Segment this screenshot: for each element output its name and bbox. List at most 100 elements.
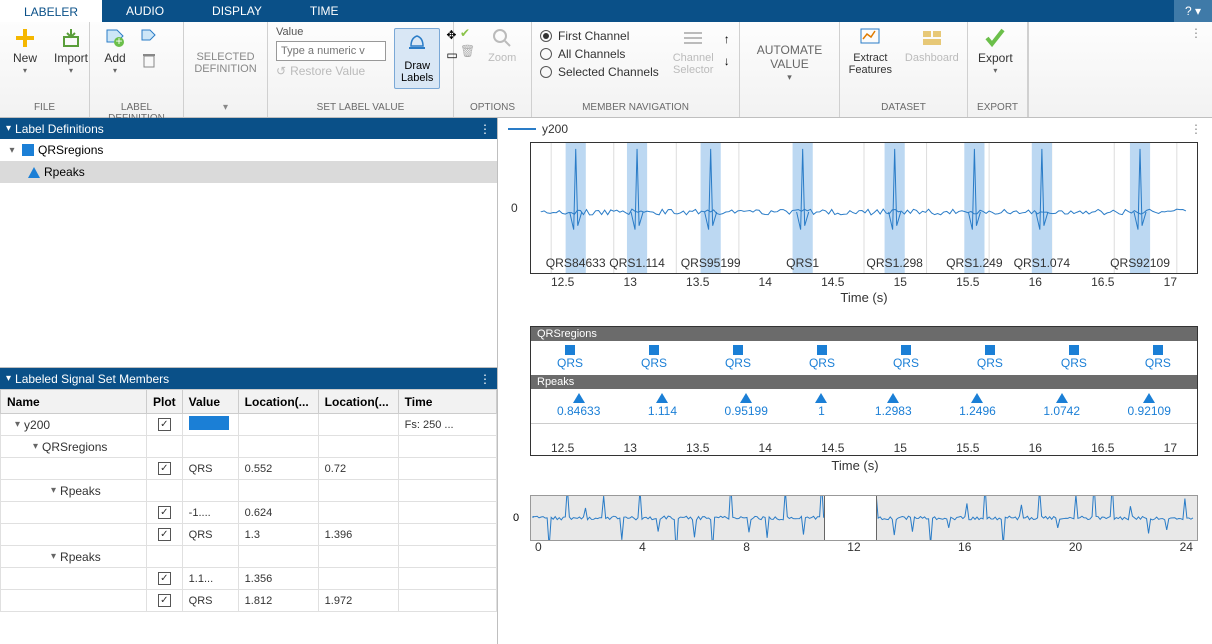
svg-text:QRS1: QRS1 — [786, 256, 819, 270]
col-plot[interactable]: Plot — [147, 390, 183, 414]
legend-label: y200 — [542, 122, 568, 136]
radio-all-channels[interactable]: All Channels — [536, 46, 663, 62]
table-row[interactable]: ✓-1....0.624 — [1, 502, 497, 524]
checkbox[interactable]: ✓ — [158, 572, 171, 585]
svg-text:QRS1.249: QRS1.249 — [946, 256, 1003, 270]
table-row[interactable]: ▾Rpeaks — [1, 546, 497, 568]
col-value[interactable]: Value — [182, 390, 238, 414]
rpeak-marker[interactable]: 1.0742 — [1043, 393, 1080, 418]
label-definitions-header[interactable]: ▾ Label Definitions ⋮ — [0, 118, 497, 139]
help-icon: ? — [1185, 4, 1192, 18]
tab-time[interactable]: TIME — [286, 0, 363, 22]
ribbon-group-memnav: MEMBER NAVIGATION — [536, 101, 735, 117]
overview-chart[interactable]: 0 04812162024 — [530, 495, 1198, 541]
radio-selected-channels[interactable]: Selected Channels — [536, 64, 663, 80]
draw-labels-button[interactable]: Draw Labels — [394, 28, 440, 89]
restore-value-button[interactable]: ↺ Restore Value — [276, 64, 386, 78]
ribbon-group-options: OPTIONS — [458, 101, 527, 117]
tree-item-rpeaks[interactable]: Rpeaks — [0, 161, 497, 183]
x-axis-label: Time (s) — [531, 290, 1197, 305]
panel-x-axis-label: Time (s) — [498, 458, 1212, 473]
labels-panel[interactable]: QRSregions QRSQRSQRSQRSQRSQRSQRSQRS Rpea… — [530, 326, 1198, 456]
table-row[interactable]: ▾y200✓Fs: 250 ... — [1, 414, 497, 436]
tree-item-qrsregions[interactable]: ▾ QRSregions — [0, 139, 497, 161]
ribbon-group-file: FILE — [4, 101, 85, 117]
ribbon-group-labeldef: LABEL DEFINITION — [94, 101, 179, 117]
svg-text:QRS1.298: QRS1.298 — [866, 256, 923, 270]
arrow-down-icon[interactable]: ↓ — [724, 54, 730, 68]
rpeak-marker[interactable]: 1.114 — [648, 393, 677, 418]
qrs-marker[interactable]: QRS — [893, 345, 919, 370]
channels-icon — [681, 26, 705, 50]
triangle-icon — [28, 167, 40, 178]
overview-window[interactable] — [824, 496, 877, 540]
check-icon[interactable]: ✔ — [460, 26, 475, 40]
export-button[interactable]: Export▾ — [972, 24, 1019, 79]
dashboard-button[interactable]: Dashboard — [901, 24, 963, 66]
table-row[interactable]: ✓QRS1.31.396 — [1, 524, 497, 546]
rpeak-marker[interactable]: 1 — [815, 393, 827, 418]
new-button[interactable]: New▾ — [4, 24, 46, 79]
svg-text:QRS1.114: QRS1.114 — [609, 256, 665, 270]
delete-icon[interactable]: 🗑 — [460, 44, 475, 58]
qrs-marker[interactable]: QRS — [977, 345, 1003, 370]
table-row[interactable]: ▾Rpeaks — [1, 480, 497, 502]
y-tick-0: 0 — [511, 201, 518, 215]
col-locmin[interactable]: Location(... — [238, 390, 318, 414]
checkbox[interactable]: ✓ — [158, 506, 171, 519]
value-label: Value — [276, 26, 386, 38]
channel-selector-button[interactable]: Channel Selector — [667, 24, 720, 78]
signal-set-members-header[interactable]: ▾ Labeled Signal Set Members ⋮ — [0, 368, 497, 389]
extract-features-button[interactable]: Extract Features — [844, 24, 897, 78]
zoom-button[interactable]: Zoom — [481, 24, 523, 66]
display-menu-icon[interactable]: ⋮ — [1190, 122, 1202, 136]
qrs-marker[interactable]: QRS — [809, 345, 835, 370]
rpeak-marker[interactable]: 0.92109 — [1128, 393, 1171, 418]
table-row[interactable]: ✓QRS0.5520.72 — [1, 458, 497, 480]
signal-display: ⋮ y200 0 QRS84633QRS1.114QRS95199QRS1QRS… — [498, 118, 1212, 644]
tab-labeler[interactable]: LABELER — [0, 0, 102, 22]
value-input[interactable] — [276, 41, 386, 61]
col-locmax[interactable]: Location(... — [318, 390, 398, 414]
tab-audio[interactable]: AUDIO — [102, 0, 188, 22]
checkbox[interactable]: ✓ — [158, 418, 171, 431]
automate-value-button[interactable]: AUTOMATE VALUE▾ — [744, 43, 835, 83]
checkbox[interactable]: ✓ — [158, 528, 171, 541]
table-row[interactable]: ✓QRS1.8121.972 — [1, 590, 497, 612]
col-time[interactable]: Time — [398, 390, 496, 414]
signal-chart[interactable]: 0 QRS84633QRS1.114QRS95199QRS1QRS1.298QR… — [530, 142, 1198, 274]
rpeak-marker[interactable]: 0.95199 — [725, 393, 768, 418]
import-button[interactable]: Import▾ — [50, 24, 92, 79]
radio-first-channel[interactable]: First Channel — [536, 28, 663, 44]
label-definitions-panel: ▾ Label Definitions ⋮ ▾ QRSregions Rpeak… — [0, 118, 497, 368]
ribbon-group-dataset: DATASET — [844, 101, 963, 117]
col-name[interactable]: Name — [1, 390, 147, 414]
qrs-marker[interactable]: QRS — [1061, 345, 1087, 370]
ribbon-group-export: EXPORT — [972, 101, 1023, 117]
rpeak-marker[interactable]: 1.2983 — [875, 393, 912, 418]
rpeak-marker[interactable]: 1.2496 — [959, 393, 996, 418]
qrs-marker[interactable]: QRS — [1145, 345, 1171, 370]
more-icon[interactable]: ⋮ — [479, 372, 491, 386]
rpeak-marker[interactable]: 0.84633 — [557, 393, 600, 418]
arrow-up-icon[interactable]: ↑ — [724, 32, 730, 46]
trash-icon[interactable] — [140, 51, 158, 72]
qrs-marker[interactable]: QRS — [725, 345, 751, 370]
qrs-marker[interactable]: QRS — [641, 345, 667, 370]
help-button[interactable]: ? ▾ — [1174, 0, 1212, 22]
chevron-down-icon: ▾ — [6, 373, 11, 384]
checkbox[interactable]: ✓ — [158, 462, 171, 475]
rpeaks-header: Rpeaks — [531, 375, 1197, 389]
add-button[interactable]: + Add▾ — [94, 24, 136, 79]
table-row[interactable]: ✓1.1...1.356 — [1, 568, 497, 590]
tab-display[interactable]: DISPLAY — [188, 0, 286, 22]
ribbon-overflow[interactable]: ⋮ — [1028, 22, 1212, 117]
qrs-marker[interactable]: QRS — [557, 345, 583, 370]
table-row[interactable]: ▾QRSregions — [1, 436, 497, 458]
legend: y200 — [498, 118, 1212, 140]
svg-text:QRS92109: QRS92109 — [1110, 256, 1170, 270]
checkbox[interactable]: ✓ — [158, 594, 171, 607]
tab-strip: LABELER AUDIO DISPLAY TIME ? ▾ — [0, 0, 1212, 22]
more-icon[interactable]: ⋮ — [479, 122, 491, 136]
tag-copy-icon[interactable] — [140, 28, 158, 49]
